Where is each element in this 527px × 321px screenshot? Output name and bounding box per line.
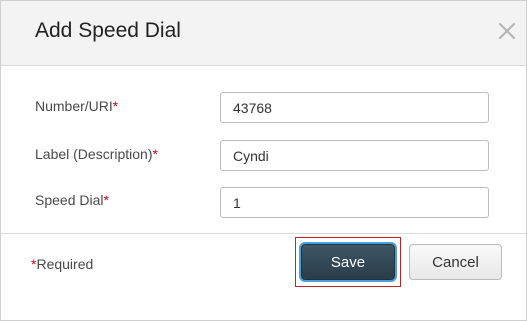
speed-dial-label-text: Speed Dial [35,192,104,208]
save-button[interactable]: Save [301,244,395,280]
number-uri-input[interactable] [220,92,489,123]
required-note: *Required [31,256,93,272]
dialog-title: Add Speed Dial [35,19,181,42]
required-note-text: Required [36,256,94,272]
add-speed-dial-dialog: Add Speed Dial Number/URI* Label (Descri… [0,0,527,321]
required-asterisk: * [112,98,119,114]
cancel-button[interactable]: Cancel [409,244,502,280]
speed-dial-label: Speed Dial* [35,192,109,208]
label-description-input[interactable] [220,140,489,171]
number-uri-label: Number/URI* [35,98,118,114]
required-asterisk: * [103,192,109,208]
required-asterisk: * [152,146,158,162]
speed-dial-input[interactable] [220,187,489,218]
label-description-label: Label (Description)* [35,146,158,162]
label-description-label-text: Label (Description) [35,146,153,162]
footer-divider [1,233,526,234]
dialog-header: Add Speed Dial [1,1,526,66]
number-uri-label-text: Number/URI [35,98,113,114]
close-icon[interactable] [495,19,519,43]
